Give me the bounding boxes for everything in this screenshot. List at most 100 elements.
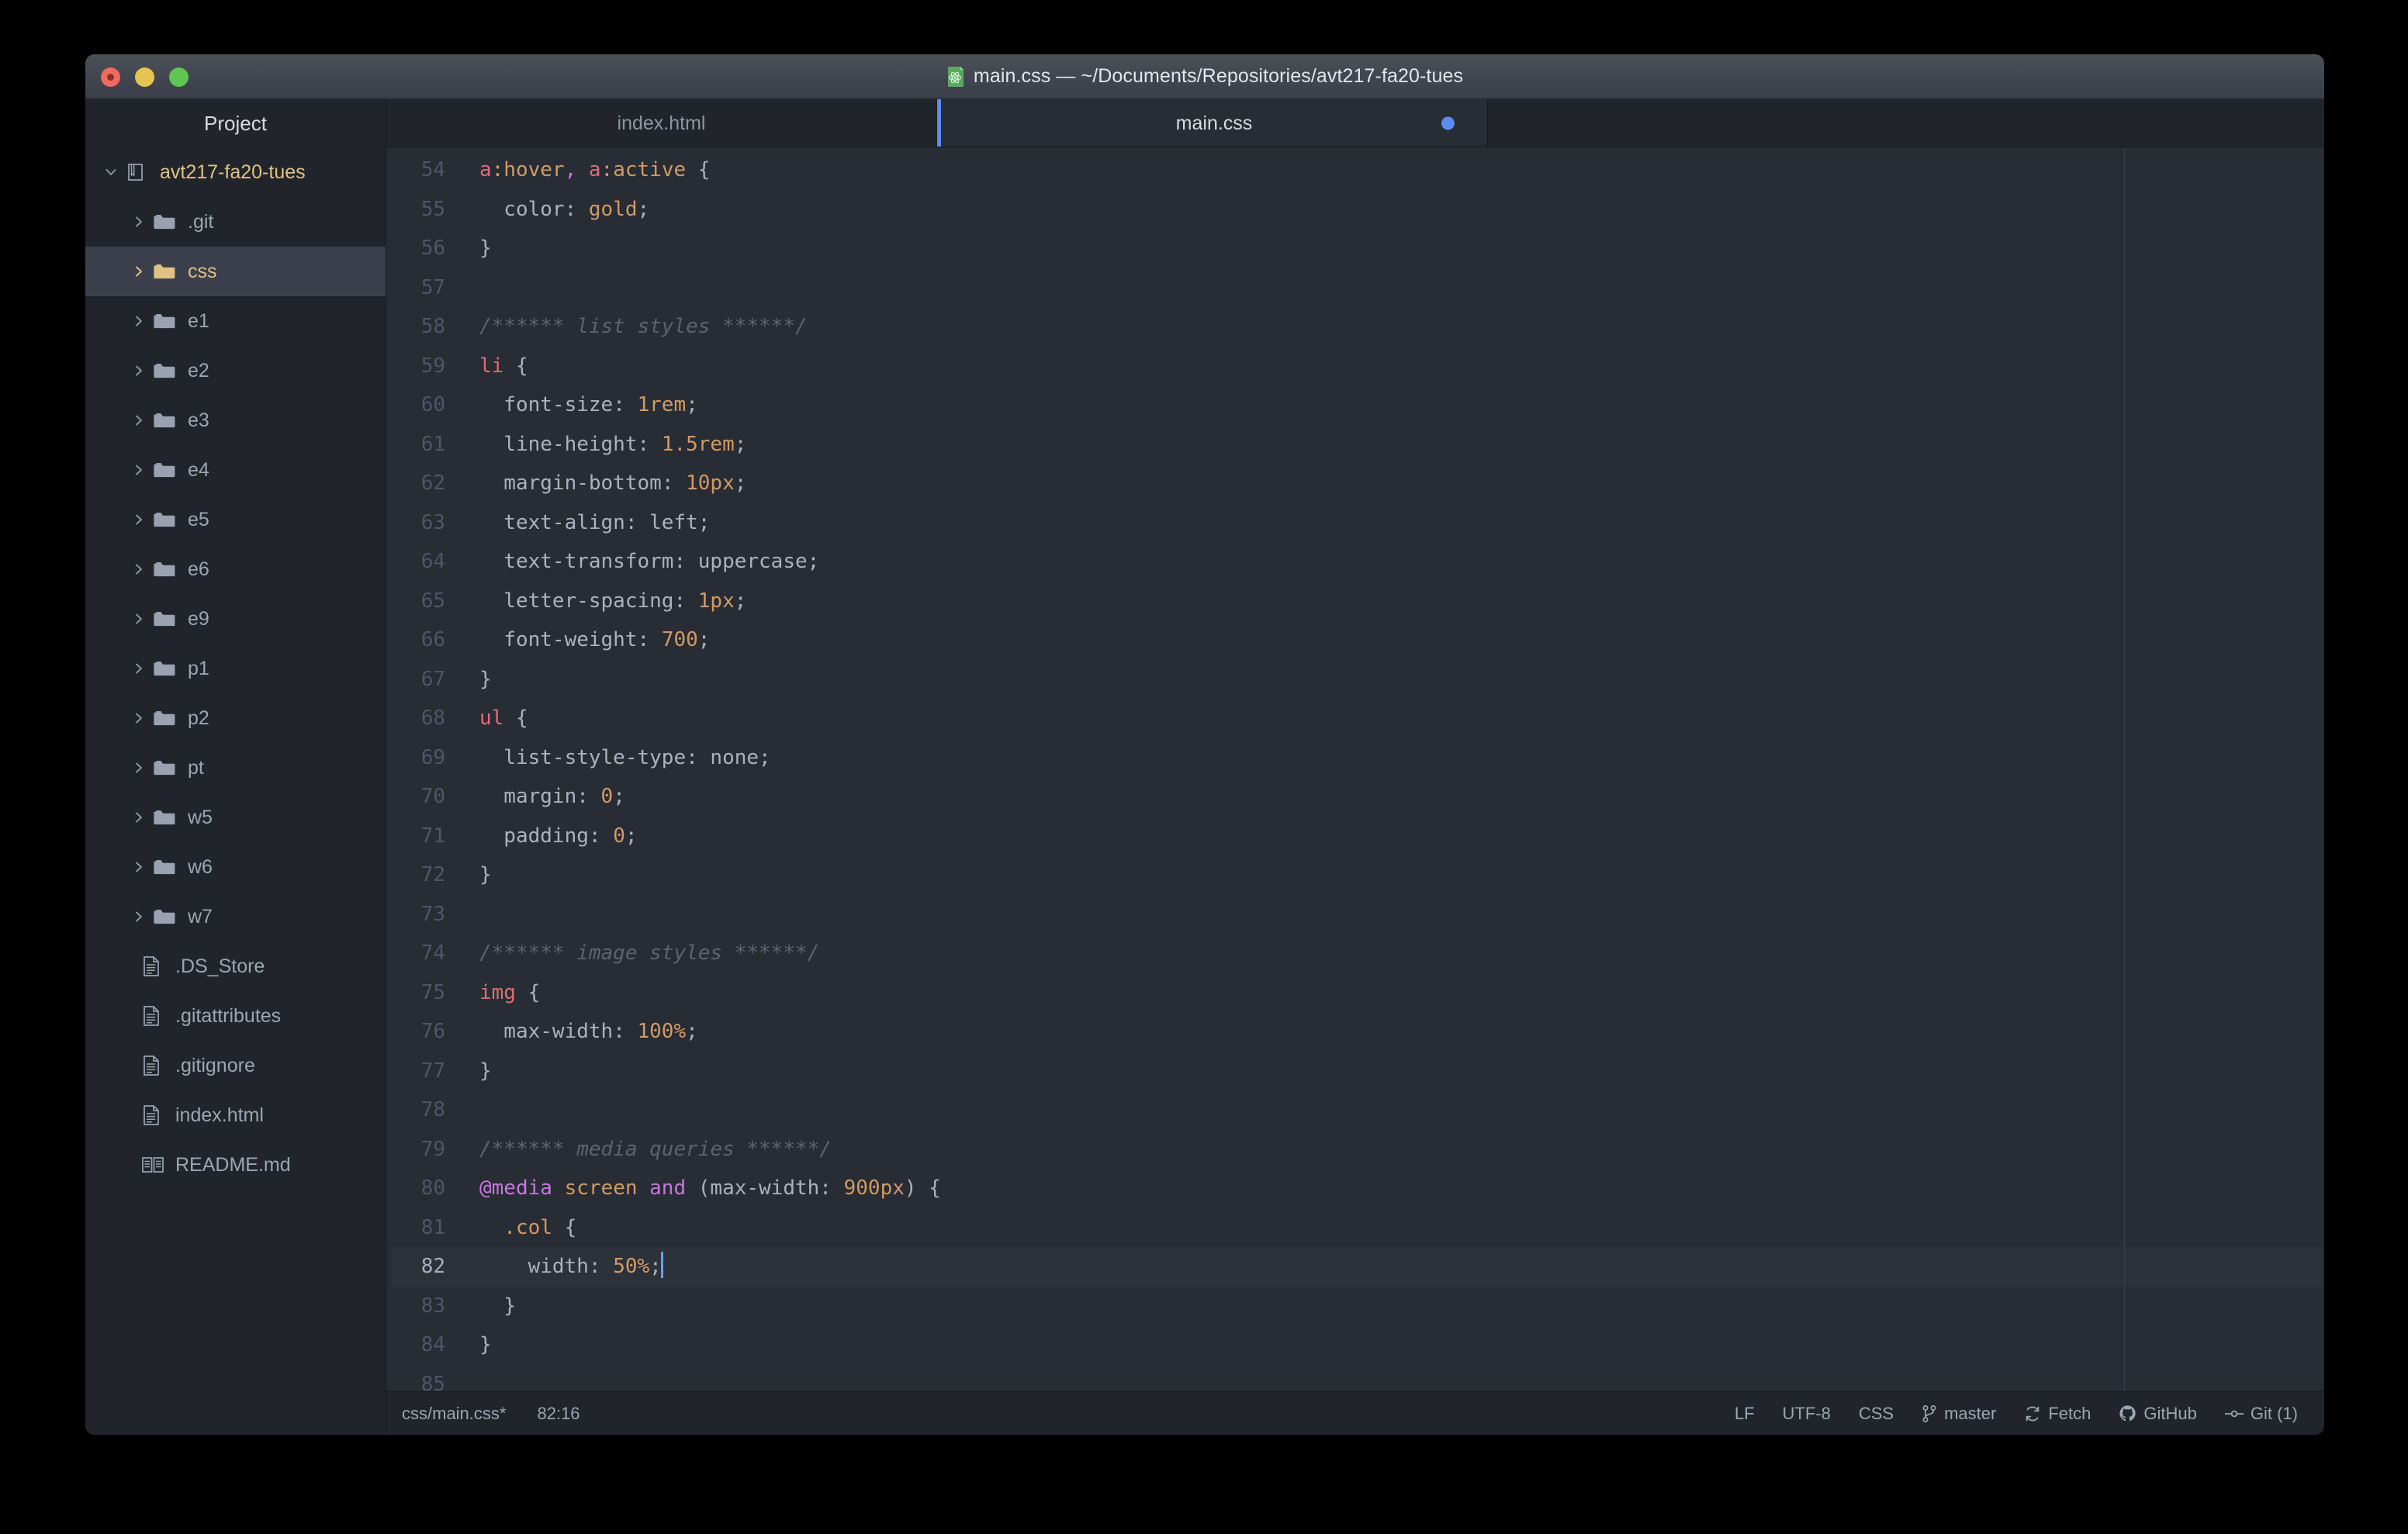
project-sidebar[interactable]: Project avt217-fa20-tues .git css e1 e2 e3 e4… (85, 99, 386, 1435)
tree-item-e9[interactable]: e9 (85, 594, 386, 644)
line-text[interactable]: max-width: 100%; (462, 1012, 2324, 1052)
tree-item-ds-store[interactable]: .DS_Store (85, 941, 386, 991)
code-line[interactable]: 76 max-width: 100%; (386, 1012, 2324, 1052)
line-text[interactable]: text-align: left; (462, 503, 2324, 543)
status-grammar[interactable]: CSS (1859, 1404, 1894, 1424)
chevron-right-icon[interactable] (130, 612, 147, 626)
line-text[interactable]: font-weight: 700; (462, 620, 2324, 660)
line-text[interactable]: /****** image styles ******/ (462, 934, 2324, 973)
code-line[interactable]: 72} (386, 855, 2324, 895)
line-text[interactable]: a:hover, a:active { (462, 150, 2324, 190)
status-cursor-position[interactable]: 82:16 (537, 1404, 580, 1424)
status-branch[interactable]: master (1922, 1404, 1996, 1424)
file-tree[interactable]: .git css e1 e2 e3 e4 e5 e6 e9 p1 p2 pt w5 w6 w7 .DS_Sto… (85, 197, 386, 1190)
code-line[interactable]: 71 padding: 0; (386, 817, 2324, 856)
line-text[interactable]: .col { (462, 1208, 2324, 1248)
status-github[interactable]: GitHub (2119, 1404, 2197, 1424)
line-text[interactable]: @media screen and (max-width: 900px) { (462, 1169, 2324, 1208)
line-text[interactable]: } (462, 660, 2324, 700)
chevron-right-icon[interactable] (130, 711, 147, 725)
tree-item-e3[interactable]: e3 (85, 396, 386, 445)
chevron-right-icon[interactable] (130, 364, 147, 378)
minimize-window-button[interactable] (135, 67, 154, 87)
tab-main-css[interactable]: main.css (937, 99, 1488, 147)
line-text[interactable]: margin-bottom: 10px; (462, 464, 2324, 503)
tree-item-w6[interactable]: w6 (85, 842, 386, 892)
code-line[interactable]: 82 width: 50%; (386, 1247, 2324, 1287)
code-line[interactable]: 56} (386, 229, 2324, 268)
code-line[interactable]: 63 text-align: left; (386, 503, 2324, 543)
code-line[interactable]: 70 margin: 0; (386, 777, 2324, 817)
code-line[interactable]: 58 /****** list styles ******/ (386, 307, 2324, 347)
line-text[interactable]: width: 50%; (462, 1247, 2324, 1287)
line-text[interactable]: line-height: 1.5rem; (462, 425, 2324, 465)
code-line[interactable]: 75 img { (386, 973, 2324, 1013)
tree-item-pt[interactable]: pt (85, 743, 386, 793)
code-line[interactable]: 79 /****** media queries ******/ (386, 1129, 2324, 1169)
code-line[interactable]: 62 margin-bottom: 10px; (386, 464, 2324, 503)
line-text[interactable]: ul { (462, 699, 2324, 738)
close-window-button[interactable] (101, 67, 120, 87)
code-line[interactable]: 80 @media screen and (max-width: 900px) { (386, 1169, 2324, 1208)
line-text[interactable]: /****** list styles ******/ (462, 307, 2324, 347)
tree-item-p2[interactable]: p2 (85, 693, 386, 743)
tab-bar[interactable]: index.html main.css (386, 99, 2324, 147)
tree-item-css[interactable]: css (85, 247, 386, 296)
code-line[interactable]: 73 (386, 895, 2324, 935)
tree-item-e6[interactable]: e6 (85, 544, 386, 594)
line-text[interactable]: font-size: 1rem; (462, 385, 2324, 425)
line-text[interactable]: } (462, 1052, 2324, 1091)
tree-item-gitattributes[interactable]: .gitattributes (85, 991, 386, 1041)
line-text[interactable]: margin: 0; (462, 777, 2324, 817)
code-line[interactable]: 85 (386, 1365, 2324, 1392)
status-line-ending[interactable]: LF (1735, 1404, 1755, 1424)
chevron-right-icon[interactable] (130, 264, 147, 278)
code-line[interactable]: 74 /****** image styles ******/ (386, 934, 2324, 973)
chevron-right-icon[interactable] (130, 413, 147, 427)
code-line[interactable]: 60 font-size: 1rem; (386, 385, 2324, 425)
code-line[interactable]: 54 a:hover, a:active { (386, 150, 2324, 190)
tree-item-w7[interactable]: w7 (85, 892, 386, 941)
line-text[interactable]: padding: 0; (462, 817, 2324, 856)
tree-item-index-html[interactable]: index.html (85, 1090, 386, 1140)
line-text[interactable]: text-transform: uppercase; (462, 542, 2324, 582)
status-file-path[interactable]: css/main.css* (402, 1404, 506, 1424)
tree-item-e2[interactable]: e2 (85, 346, 386, 396)
chevron-right-icon[interactable] (130, 463, 147, 477)
chevron-right-icon[interactable] (130, 215, 147, 229)
code-line[interactable]: 84} (386, 1325, 2324, 1365)
status-encoding[interactable]: UTF-8 (1783, 1404, 1831, 1424)
chevron-right-icon[interactable] (130, 314, 147, 328)
code-editor-pane[interactable]: 54 a:hover, a:active {55 color: gold; 56} 5… (386, 147, 2324, 1391)
code-line[interactable]: 66 font-weight: 700; (386, 620, 2324, 660)
status-git[interactable]: Git (1) (2224, 1404, 2298, 1424)
code-line[interactable]: 83 } (386, 1286, 2324, 1326)
code-line[interactable]: 69 list-style-type: none; (386, 738, 2324, 778)
code-line[interactable]: 61 line-height: 1.5rem; (386, 424, 2324, 465)
tree-item-e1[interactable]: e1 (85, 296, 386, 346)
line-text[interactable]: color: gold; (462, 190, 2324, 230)
line-text[interactable]: list-style-type: none; (462, 738, 2324, 778)
code-line[interactable]: 67} (386, 660, 2324, 700)
chevron-right-icon[interactable] (130, 562, 147, 576)
line-text[interactable]: } (462, 1325, 2324, 1365)
maximize-window-button[interactable] (169, 67, 189, 87)
code-line[interactable]: 78 (386, 1090, 2324, 1130)
tree-item-w5[interactable]: w5 (85, 793, 386, 842)
code-line[interactable]: 65 letter-spacing: 1px; (386, 582, 2324, 621)
tab-index-html[interactable]: index.html (386, 99, 937, 147)
code-line[interactable]: 64 text-transform: uppercase; (386, 542, 2324, 582)
line-text[interactable]: } (462, 1287, 2324, 1326)
line-text[interactable]: } (462, 229, 2324, 268)
tree-item-e5[interactable]: e5 (85, 495, 386, 544)
line-text[interactable]: letter-spacing: 1px; (462, 582, 2324, 621)
chevron-right-icon[interactable] (130, 513, 147, 527)
line-text[interactable]: img { (462, 973, 2324, 1013)
chevron-right-icon[interactable] (130, 860, 147, 874)
status-fetch[interactable]: Fetch (2024, 1404, 2091, 1424)
code-line[interactable]: 81 .col { (386, 1208, 2324, 1248)
chevron-right-icon[interactable] (130, 662, 147, 675)
code-line[interactable]: 59 li { (386, 347, 2324, 386)
chevron-down-icon[interactable] (102, 165, 119, 179)
tree-root-avt217-fa20-tues[interactable]: avt217-fa20-tues (85, 147, 386, 197)
